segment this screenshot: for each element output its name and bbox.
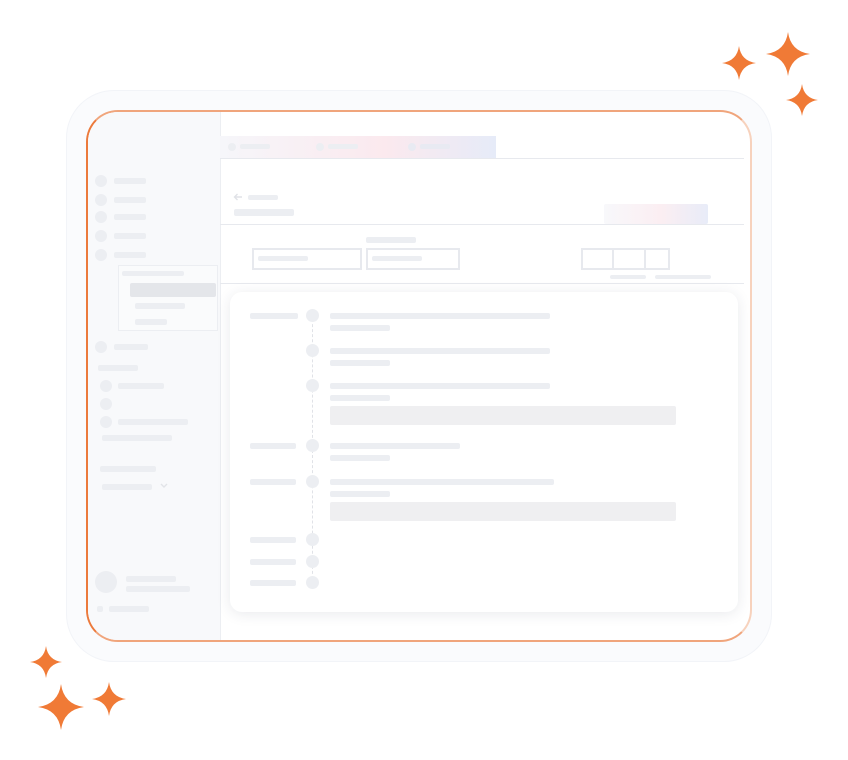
timeline-date-6 bbox=[250, 537, 296, 543]
submenu-item-2[interactable] bbox=[135, 303, 185, 309]
ui-frame bbox=[86, 110, 752, 642]
tab-1-icon[interactable] bbox=[228, 143, 236, 151]
timeline-date-7 bbox=[250, 559, 296, 565]
filter-label bbox=[366, 237, 416, 243]
view-toggle-2[interactable] bbox=[612, 248, 646, 270]
tab-3-icon[interactable] bbox=[408, 143, 416, 151]
filter-input-2-value bbox=[372, 256, 422, 261]
tab-2-label[interactable] bbox=[328, 144, 358, 149]
timeline-date-1 bbox=[250, 313, 298, 319]
filter-divider bbox=[220, 283, 744, 284]
timeline-item-2-title[interactable] bbox=[330, 348, 550, 354]
view-toggle-3[interactable] bbox=[644, 248, 670, 270]
meta-text-1 bbox=[610, 275, 646, 279]
submenu bbox=[118, 265, 218, 331]
timeline-item-1-subtitle bbox=[330, 325, 390, 331]
section-1-item-1-label bbox=[118, 383, 164, 389]
timeline-item-5-detail bbox=[330, 502, 676, 521]
sparkle-icon bbox=[38, 684, 84, 730]
filter-input-2[interactable] bbox=[366, 248, 460, 270]
back-arrow-icon[interactable] bbox=[233, 193, 243, 201]
tab-1-label[interactable] bbox=[240, 144, 270, 149]
timeline-node-8 bbox=[306, 576, 319, 589]
section-1-item-3-icon[interactable] bbox=[100, 416, 112, 428]
timeline-node-4 bbox=[306, 439, 319, 452]
timeline-item-4-subtitle bbox=[330, 455, 390, 461]
nav-item-2-icon[interactable] bbox=[95, 194, 107, 206]
timeline-node-6 bbox=[306, 533, 319, 546]
timeline-date-4 bbox=[250, 443, 296, 449]
timeline-node-1 bbox=[306, 309, 319, 322]
section-1-item-3-label bbox=[118, 419, 188, 425]
timeline-card bbox=[230, 292, 738, 612]
timeline-item-3-detail bbox=[330, 406, 676, 425]
sparkle-icon bbox=[722, 46, 756, 80]
page-title bbox=[234, 209, 294, 216]
sparkle-icon bbox=[30, 646, 62, 678]
nav-item-6-label bbox=[114, 344, 148, 350]
tab-2-icon[interactable] bbox=[316, 143, 324, 151]
tab-divider bbox=[220, 158, 744, 159]
timeline-node-7 bbox=[306, 555, 319, 568]
timeline-date-5 bbox=[250, 479, 296, 485]
timeline-item-4-title[interactable] bbox=[330, 443, 460, 449]
footer-link[interactable] bbox=[109, 606, 149, 612]
nav-item-4-icon[interactable] bbox=[95, 230, 107, 242]
nav-item-4-label bbox=[114, 233, 146, 239]
sidebar bbox=[88, 112, 221, 640]
timeline-node-3 bbox=[306, 379, 319, 392]
nav-item-3-label bbox=[114, 214, 146, 220]
sparkle-icon bbox=[786, 84, 818, 116]
nav-item-1-icon[interactable] bbox=[95, 175, 107, 187]
section-1-item-4-label[interactable] bbox=[102, 435, 172, 441]
timeline-item-1-title[interactable] bbox=[330, 313, 550, 319]
sparkle-icon bbox=[92, 682, 126, 716]
avatar[interactable] bbox=[95, 571, 117, 593]
nav-item-5-label bbox=[114, 252, 146, 258]
timeline-node-2 bbox=[306, 344, 319, 357]
user-email bbox=[126, 586, 190, 592]
sparkle-icon bbox=[766, 32, 810, 76]
nav-item-5-icon[interactable] bbox=[95, 249, 107, 261]
filter-input-1[interactable] bbox=[252, 248, 362, 270]
submenu-header bbox=[122, 271, 184, 276]
tab-3-label[interactable] bbox=[420, 144, 450, 149]
meta-text-2 bbox=[655, 275, 711, 279]
footer-icon[interactable] bbox=[97, 606, 103, 612]
timeline-item-3-subtitle bbox=[330, 395, 390, 401]
timeline-date-8 bbox=[250, 580, 296, 586]
section-1-item-2-icon[interactable] bbox=[100, 398, 112, 410]
section-2-select[interactable] bbox=[102, 484, 152, 490]
tab-bar bbox=[220, 136, 496, 158]
timeline-item-5-subtitle bbox=[330, 491, 390, 497]
nav-item-1-label bbox=[114, 178, 146, 184]
view-toggle-1[interactable] bbox=[581, 248, 614, 270]
filter-input-1-value bbox=[258, 256, 308, 261]
header-divider bbox=[220, 224, 744, 225]
submenu-item-3[interactable] bbox=[135, 319, 167, 325]
section-1-item-1-icon[interactable] bbox=[100, 380, 112, 392]
submenu-item-active[interactable] bbox=[130, 283, 216, 297]
header-action-button[interactable] bbox=[604, 204, 708, 224]
nav-item-6-icon[interactable] bbox=[95, 341, 107, 353]
nav-item-3-icon[interactable] bbox=[95, 211, 107, 223]
section-1-header[interactable] bbox=[98, 365, 138, 371]
user-name bbox=[126, 576, 176, 582]
nav-item-2-label bbox=[114, 197, 146, 203]
chevron-down-icon[interactable] bbox=[160, 483, 168, 489]
timeline-node-5 bbox=[306, 475, 319, 488]
timeline-item-2-subtitle bbox=[330, 360, 390, 366]
section-2-header[interactable] bbox=[100, 466, 156, 472]
timeline-item-3-title[interactable] bbox=[330, 383, 550, 389]
back-link[interactable] bbox=[248, 195, 278, 200]
timeline-item-5-title[interactable] bbox=[330, 479, 554, 485]
